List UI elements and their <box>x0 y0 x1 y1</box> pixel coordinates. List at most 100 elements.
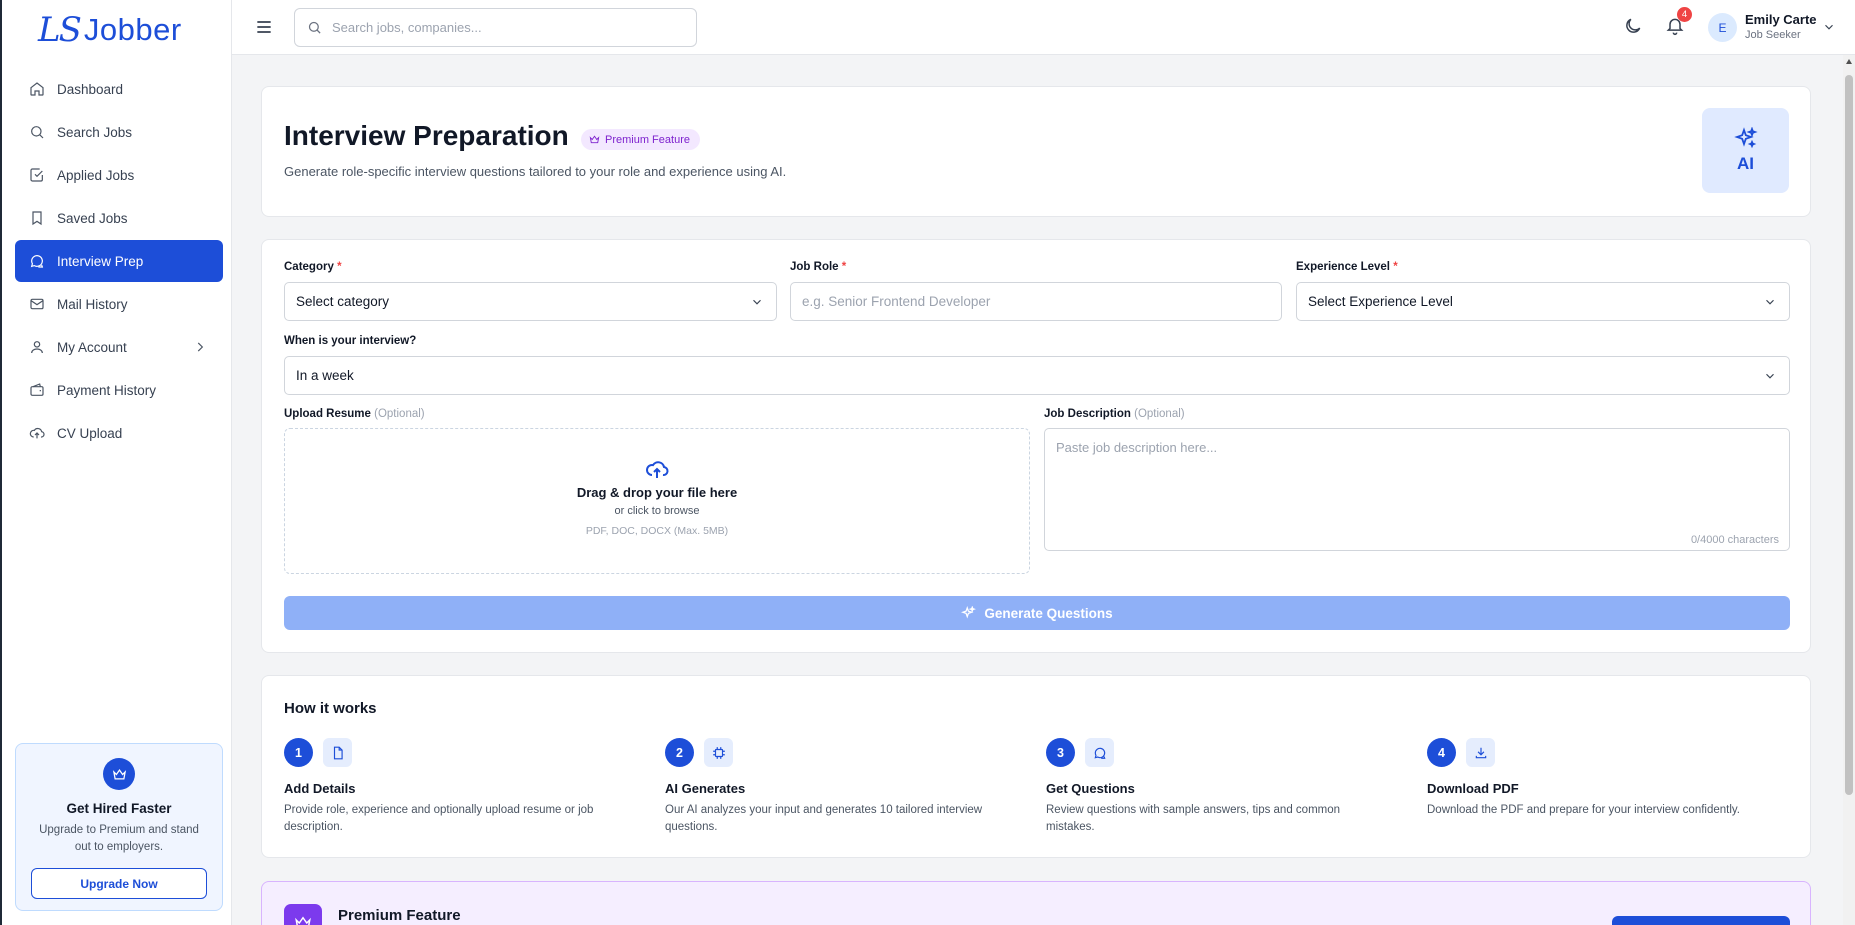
sidebar-item-dashboard[interactable]: Dashboard <box>15 68 223 110</box>
cloud-upload-icon <box>645 458 669 480</box>
step-title: AI Generates <box>665 781 746 796</box>
sidebar-item-label: Mail History <box>57 296 128 312</box>
document-icon <box>323 738 352 767</box>
ai-label: AI <box>1737 154 1754 173</box>
experience-level-label: Experience Level * <box>1296 261 1398 273</box>
dropzone-file-types: PDF, DOC, DOCX (Max. 5MB) <box>585 525 729 537</box>
upgrade-now-button[interactable]: Upgrade Now <box>31 868 207 899</box>
step-title: Download PDF <box>1427 781 1519 796</box>
sidebar-item-interview-prep[interactable]: Interview Prep <box>15 240 223 282</box>
step-text: Provide role, experience and optionally … <box>284 804 594 833</box>
premium-banner-title: Premium Feature <box>338 907 461 924</box>
page-subtitle: Generate role-specific interview questio… <box>284 164 787 179</box>
premium-banner-button[interactable] <box>1612 916 1790 925</box>
required-mark: * <box>337 261 342 273</box>
interview-when-select[interactable]: In a week <box>284 356 1790 395</box>
logo-text: Jobber <box>83 12 182 47</box>
interview-when-value: In a week <box>296 368 354 383</box>
sidebar-item-my-account[interactable]: My Account <box>15 326 223 368</box>
job-description-label: Job Description (Optional) <box>1044 408 1185 420</box>
generate-questions-label: Generate Questions <box>984 605 1113 621</box>
job-description-field: 0/4000 characters <box>1044 428 1790 551</box>
notification-badge: 4 <box>1677 7 1692 22</box>
experience-level-value: Select Experience Level <box>1308 294 1453 309</box>
experience-level-select[interactable]: Select Experience Level <box>1296 282 1790 321</box>
wallet-icon <box>29 382 45 398</box>
premium-badge: Premium Feature <box>581 129 700 150</box>
chevron-down-icon <box>750 295 764 309</box>
search-input[interactable] <box>332 20 672 35</box>
page-title: Interview Preparation <box>284 120 569 151</box>
avatar[interactable]: E <box>1708 13 1737 42</box>
sidebar-item-label: My Account <box>57 339 127 355</box>
step-number: 4 <box>1427 738 1456 767</box>
user-name[interactable]: Emily Carte <box>1745 12 1817 27</box>
sidebar-item-payment-history[interactable]: Payment History <box>15 369 223 411</box>
promo-text: Upgrade to Premium and stand out to empl… <box>39 824 199 853</box>
dark-mode-toggle[interactable] <box>1623 16 1643 36</box>
interview-when-label: When is your interview? <box>284 335 417 347</box>
chat-bubbles-icon <box>29 253 45 269</box>
notifications-button[interactable]: 4 <box>1665 7 1692 36</box>
sidebar-item-mail-history[interactable]: Mail History <box>15 283 223 325</box>
premium-badge-label: Premium Feature <box>605 133 690 146</box>
character-counter: 0/4000 characters <box>1690 534 1779 546</box>
step-title: Add Details <box>284 781 356 796</box>
chevron-down-icon <box>1763 295 1777 309</box>
resume-dropzone[interactable]: Drag & drop your file here or click to b… <box>284 428 1030 574</box>
optional-hint: (Optional) <box>1134 408 1185 420</box>
step-number: 1 <box>284 738 313 767</box>
category-label-text: Category <box>284 261 334 273</box>
user-role: Job Seeker <box>1745 29 1801 41</box>
category-select[interactable]: Select category <box>284 282 777 321</box>
sidebar-item-saved-jobs[interactable]: Saved Jobs <box>15 197 223 239</box>
mail-icon <box>29 296 45 312</box>
step-title: Get Questions <box>1046 781 1135 796</box>
step-text: Review questions with sample answers, ti… <box>1046 804 1341 833</box>
required-mark: * <box>841 261 847 273</box>
optional-hint: (Optional) <box>374 408 425 420</box>
job-role-label-text: Job Role <box>790 261 839 273</box>
sparkles-icon <box>961 605 977 619</box>
chip-icon <box>704 738 733 767</box>
sidebar-item-label: Dashboard <box>57 81 124 97</box>
category-label: Category * <box>284 261 342 273</box>
page-scrollbar[interactable] <box>1843 55 1855 925</box>
upload-resume-label-text: Upload Resume <box>284 408 371 420</box>
dropzone-title: Drag & drop your file here <box>576 485 738 500</box>
how-it-works-card: How it works 1 Add Details Provide role,… <box>261 675 1811 858</box>
chevron-right-icon <box>193 340 207 354</box>
scroll-up-arrow-icon[interactable] <box>1846 59 1852 64</box>
interview-form-card: Category * Select category Job Role * e.… <box>261 239 1811 653</box>
moon-icon <box>1626 18 1641 33</box>
job-description-textarea[interactable] <box>1045 429 1789 550</box>
chevron-down-icon[interactable] <box>1822 20 1836 34</box>
dropzone-browse-hint: or click to browse <box>614 505 700 517</box>
sidebar-item-cv-upload[interactable]: CV Upload <box>15 412 223 454</box>
sidebar-item-applied-jobs[interactable]: Applied Jobs <box>15 154 223 196</box>
generate-questions-button[interactable]: Generate Questions <box>284 596 1790 630</box>
sidebar-item-label: Applied Jobs <box>57 167 135 183</box>
sidebar-item-label: Payment History <box>57 382 157 398</box>
ai-badge: AI <box>1702 108 1789 193</box>
job-role-input[interactable]: e.g. Senior Frontend Developer <box>790 282 1282 321</box>
required-mark: * <box>1393 261 1398 273</box>
checkbox-icon <box>29 167 45 183</box>
sidebar-item-search-jobs[interactable]: Search Jobs <box>15 111 223 153</box>
search-bar[interactable] <box>294 8 697 47</box>
experience-level-label-text: Experience Level <box>1296 261 1390 273</box>
logo[interactable]: LS Jobber <box>38 10 182 50</box>
menu-icon[interactable] <box>254 17 274 37</box>
crown-icon <box>589 135 600 144</box>
scrollbar-thumb[interactable] <box>1845 75 1853 795</box>
top-header: 4 E Emily Carte Job Seeker <box>232 0 1855 55</box>
upgrade-promo-card: Get Hired Faster Upgrade to Premium and … <box>15 743 223 911</box>
job-role-placeholder: e.g. Senior Frontend Developer <box>802 294 991 309</box>
sidebar: LS Jobber Dashboard Search Jobs Applied … <box>0 0 232 925</box>
sparkles-icon <box>1733 127 1758 149</box>
sidebar-item-label: CV Upload <box>57 425 123 441</box>
upload-resume-label: Upload Resume (Optional) <box>284 408 425 420</box>
crown-icon <box>103 758 135 790</box>
search-icon <box>308 21 321 34</box>
step-number: 2 <box>665 738 694 767</box>
